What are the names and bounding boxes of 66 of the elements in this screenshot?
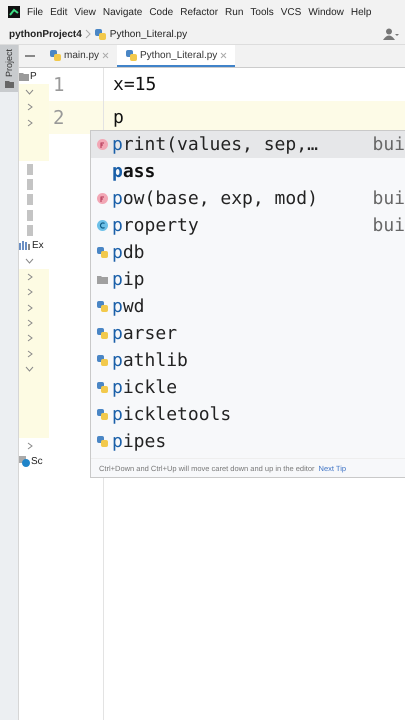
completion-item[interactable]: print(values, sep,… bui <box>91 131 405 158</box>
python-file-icon <box>96 381 109 394</box>
menu-item[interactable]: VCS <box>280 6 302 18</box>
tree-row[interactable] <box>19 422 49 438</box>
tree-label[interactable]: Sc <box>31 456 43 467</box>
folder-icon <box>96 273 109 286</box>
completion-item[interactable]: pdb <box>91 239 405 266</box>
file-icon <box>27 178 33 190</box>
function-icon <box>96 192 109 205</box>
code-line: x=15 <box>112 74 156 95</box>
line-number: 1 <box>52 74 64 96</box>
completion-item[interactable]: pickle <box>91 374 405 401</box>
function-icon <box>96 138 109 151</box>
python-file-icon <box>96 435 109 448</box>
python-file-icon <box>96 300 109 313</box>
python-file-icon <box>96 246 109 259</box>
tree-row[interactable] <box>19 84 49 100</box>
menu-item[interactable]: File <box>27 6 44 18</box>
completion-item[interactable]: pipes <box>91 428 405 455</box>
menu-item[interactable]: Help <box>350 6 372 18</box>
library-icon <box>19 241 31 250</box>
class-icon <box>96 219 109 232</box>
completion-item[interactable]: pickletools <box>91 401 405 428</box>
scratches-icon <box>19 456 30 467</box>
menu-item[interactable]: View <box>74 6 96 18</box>
python-file-icon <box>96 354 109 367</box>
tool-window-tab[interactable]: Project <box>0 45 18 92</box>
python-file-icon <box>96 408 109 421</box>
menu-item[interactable]: Code <box>149 6 174 18</box>
close-icon <box>102 52 110 58</box>
minimize-icon <box>25 55 35 57</box>
file-icon <box>27 210 33 221</box>
file-icon <box>27 164 33 175</box>
completion-item[interactable]: pass <box>91 158 405 185</box>
menu-item[interactable]: Refactor <box>180 6 218 18</box>
chevron-icon <box>84 29 91 39</box>
menu-item[interactable]: Window <box>308 6 344 18</box>
python-file-icon <box>125 49 138 61</box>
completion-item[interactable]: pip <box>91 266 405 293</box>
file-icon <box>27 194 33 206</box>
file-icon <box>27 225 33 236</box>
python-file-icon <box>96 327 109 340</box>
code-line: p <box>112 107 124 128</box>
breadcrumb-item[interactable]: pythonProject4 <box>9 28 82 40</box>
completion-item[interactable]: pathlib <box>91 347 405 374</box>
tree-label[interactable]: P <box>30 71 37 82</box>
line-number: 2 <box>52 106 64 128</box>
menu-item[interactable]: Navigate <box>102 6 142 18</box>
menu-item[interactable]: Run <box>225 6 244 18</box>
menu-item[interactable]: Edit <box>50 6 68 18</box>
tree-row[interactable] <box>19 269 49 284</box>
editor-tab[interactable]: main.py <box>41 45 118 67</box>
app-logo-icon <box>8 6 20 18</box>
completion-item[interactable]: pow(base, exp, mod) bui <box>91 185 405 212</box>
breadcrumb-item[interactable]: Python_Literal.py <box>110 28 188 40</box>
tree-label[interactable]: Ex <box>32 240 44 252</box>
python-file-icon <box>49 49 61 61</box>
menu-item[interactable]: Tools <box>250 6 274 18</box>
completion-item[interactable]: pwd <box>91 293 405 320</box>
close-icon <box>220 52 228 58</box>
user-icon <box>383 28 399 40</box>
python-file-icon <box>94 28 107 40</box>
editor-tab[interactable]: Python_Literal.py <box>117 45 236 67</box>
completion-item[interactable]: parser <box>91 320 405 347</box>
tree-row[interactable] <box>19 146 49 162</box>
completion-item[interactable]: property bui <box>91 212 405 239</box>
